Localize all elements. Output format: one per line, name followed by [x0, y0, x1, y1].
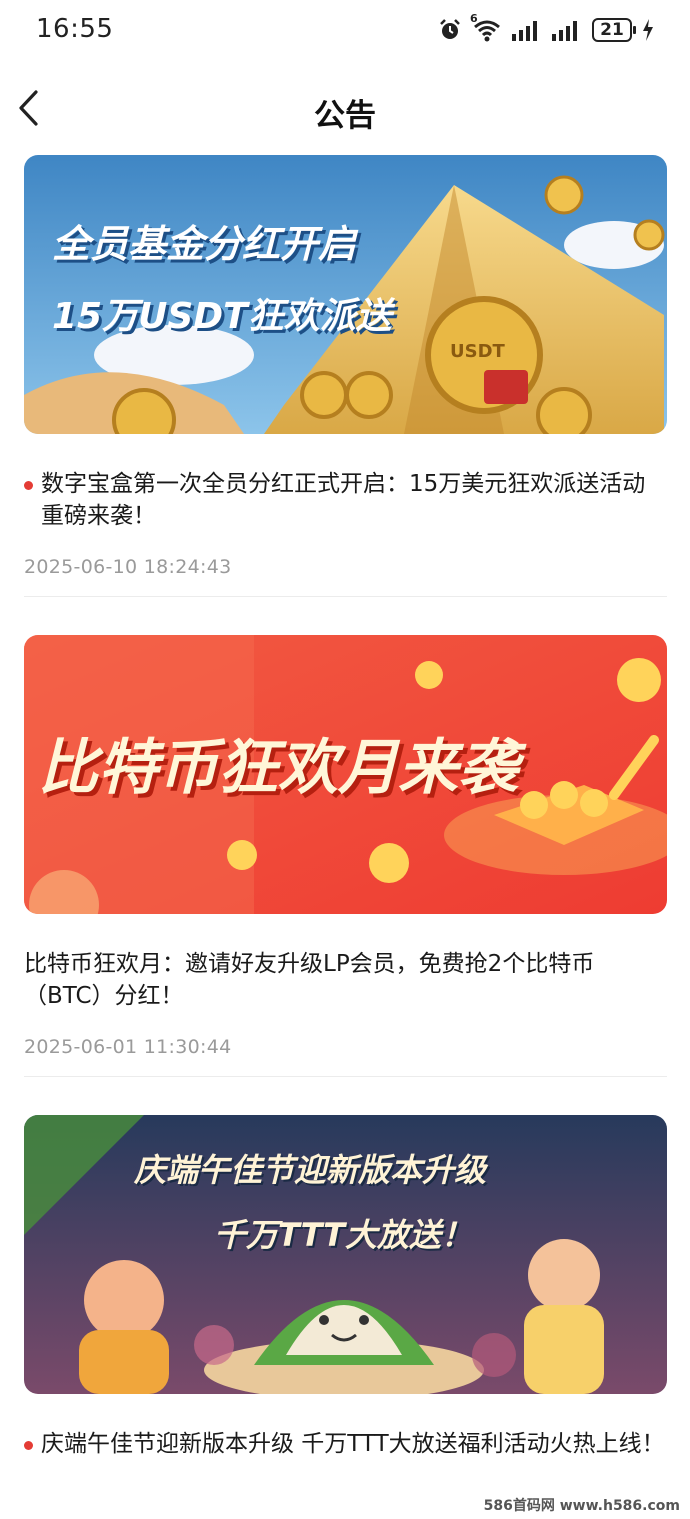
announcement-banner: 全员基金分红开启 15万USDT狂欢派送 USDT — [24, 155, 667, 434]
battery-indicator: 21 — [592, 18, 636, 42]
divider — [24, 596, 667, 597]
header: 公告 — [0, 78, 690, 140]
alarm-icon — [440, 19, 460, 39]
announcement-banner: 比特币狂欢月来袭 — [24, 635, 667, 914]
signal-icon — [512, 21, 537, 41]
watermark: 586首码网 www.h586.com — [483, 1498, 680, 1514]
page-title: 公告 — [314, 98, 376, 134]
announcement-title: 庆端午佳节迎新版本升级 千万TTT大放送福利活动火热上线！ — [41, 1431, 665, 1457]
banner-headline: 庆端午佳节迎新版本升级 — [134, 1151, 487, 1189]
announcement-date: 2025-06-10 18:24:43 — [24, 556, 232, 578]
network-tag: 6 — [470, 12, 478, 25]
banner-subheadline: 千万TTT大放送！ — [214, 1216, 473, 1254]
announcement-banner: 庆端午佳节迎新版本升级 千万TTT大放送！ — [24, 1115, 667, 1394]
announcement-card[interactable]: 比特币狂欢月来袭 比特币狂欢月：邀请好友升级LP会员，免费抢2个比特币（BTC）… — [24, 635, 667, 1077]
status-bar: 16:55 6 21 — [0, 0, 690, 62]
announcement-title: 数字宝盒第一次全员分红正式开启：15万美元狂欢派送活动重磅来袭！ — [41, 471, 646, 529]
status-icons: 6 21 — [438, 12, 654, 46]
banner-subheadline: 15万USDT狂欢派送 — [52, 296, 392, 337]
announcement-list: 全员基金分红开启 15万USDT狂欢派送 USDT 数字宝盒第一次全员分红正式开… — [24, 155, 667, 1498]
unread-dot — [24, 1441, 33, 1450]
banner-headline: 全员基金分红开启 — [52, 222, 357, 266]
announcement-date: 2025-06-01 11:30:44 — [24, 1036, 232, 1058]
signal-icon-2 — [552, 21, 577, 41]
announcement-card[interactable]: 全员基金分红开启 15万USDT狂欢派送 USDT 数字宝盒第一次全员分红正式开… — [24, 155, 667, 597]
status-time: 16:55 — [36, 14, 114, 44]
coin-label: USDT — [450, 341, 505, 362]
wifi-icon: 6 — [470, 12, 502, 42]
announcement-card[interactable]: 庆端午佳节迎新版本升级 千万TTT大放送！ 庆端午佳节迎新版本升级 千万TTT大… — [24, 1115, 667, 1460]
banner-headline: 比特币狂欢月来袭 — [38, 733, 518, 803]
unread-dot — [24, 481, 33, 490]
announcement-title: 比特币狂欢月：邀请好友升级LP会员，免费抢2个比特币（BTC）分红！ — [24, 951, 595, 1009]
charging-icon — [643, 19, 653, 41]
divider — [24, 1076, 667, 1077]
